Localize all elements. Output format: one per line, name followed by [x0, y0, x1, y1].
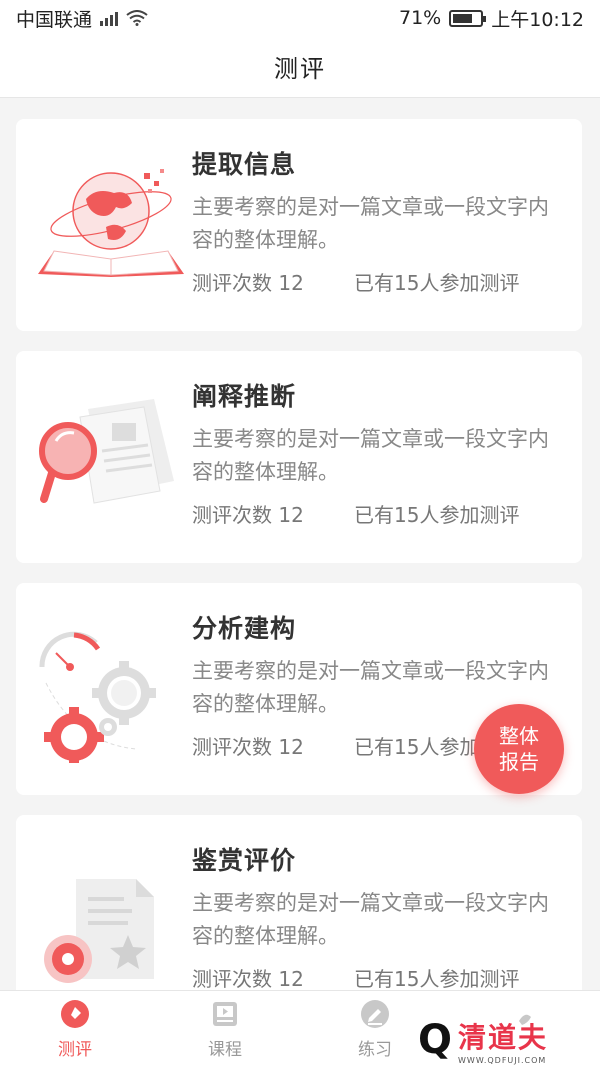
card-title: 分析建构 [192, 614, 297, 643]
card-title: 提取信息 [192, 150, 297, 179]
magnifier-document-icon [36, 391, 186, 531]
page-title: 测评 [274, 55, 326, 83]
tab-course[interactable]: 课程 [150, 991, 300, 1067]
document-star-icon [36, 855, 186, 990]
carrier-label: 中国联通 [16, 8, 93, 31]
participant-count: 已有15人参加测评 [354, 271, 520, 295]
gears-gauge-icon [36, 623, 186, 767]
watermark-url: WWW.QDFUJI.COM [458, 1055, 547, 1065]
tab-label: 测评 [58, 1039, 92, 1060]
overall-report-label-line2: 报告 [499, 750, 539, 774]
card-meta: 测评次数 12 已有15人参加测评 [192, 499, 572, 528]
overall-report-button[interactable]: 整体 报告 [474, 704, 564, 794]
card-meta: 测评次数 12 已有15人参加测评 [192, 267, 572, 296]
clock: 上午10:12 [491, 8, 584, 31]
tab-label: 练习 [358, 1039, 392, 1060]
assessment-card-appreciate-evaluate[interactable]: 鉴赏评价 主要考察的是对一篇文章或一段文字内容的整体理解。 测评次数 12 已有… [16, 815, 582, 990]
watermark-logo: Q 清道夫 WWW.QDFUJI.COM [418, 1016, 588, 1065]
overall-report-label-line1: 整体 [499, 724, 539, 748]
watermark-name: 清道夫 [458, 1020, 549, 1054]
tab-assessment[interactable]: 测评 [0, 991, 150, 1067]
assessment-count: 测评次数 12 [192, 967, 304, 990]
card-description: 主要考察的是对一篇文章或一段文字内容的整体理解。 [192, 427, 549, 484]
battery-icon [449, 9, 487, 27]
card-meta: 测评次数 12 已有15人参加测评 [192, 963, 572, 990]
course-tab-icon [213, 1001, 237, 1026]
status-bar: 中国联通 71% 上午10:12 [0, 0, 600, 36]
card-description: 主要考察的是对一篇文章或一段文字内容的整体理解。 [192, 891, 549, 948]
globe-book-icon [36, 159, 186, 299]
assessment-count: 测评次数 12 [192, 271, 304, 295]
signal-icon [100, 10, 119, 26]
card-title: 阐释推断 [192, 382, 297, 411]
participant-count: 已有15人参加测评 [354, 503, 520, 527]
assessment-count: 测评次数 12 [192, 503, 304, 527]
assessment-list[interactable]: 提取信息 主要考察的是对一篇文章或一段文字内容的整体理解。 测评次数 12 已有… [0, 98, 600, 990]
battery-percent: 71% [399, 7, 442, 29]
assessment-card-interpret-infer[interactable]: 阐释推断 主要考察的是对一篇文章或一段文字内容的整体理解。 测评次数 12 已有… [16, 351, 582, 563]
practice-tab-icon [361, 999, 389, 1028]
assessment-count: 测评次数 12 [192, 735, 304, 759]
watermark-q-icon: Q [418, 1017, 453, 1063]
assessment-tab-icon [61, 999, 89, 1028]
tab-label: 课程 [208, 1039, 242, 1060]
page-header: 测评 [0, 36, 600, 98]
participant-count: 已有15人参加测评 [354, 967, 520, 990]
assessment-card-extract-info[interactable]: 提取信息 主要考察的是对一篇文章或一段文字内容的整体理解。 测评次数 12 已有… [16, 119, 582, 331]
card-description: 主要考察的是对一篇文章或一段文字内容的整体理解。 [192, 195, 549, 252]
card-title: 鉴赏评价 [192, 846, 297, 875]
wifi-icon [126, 10, 148, 26]
